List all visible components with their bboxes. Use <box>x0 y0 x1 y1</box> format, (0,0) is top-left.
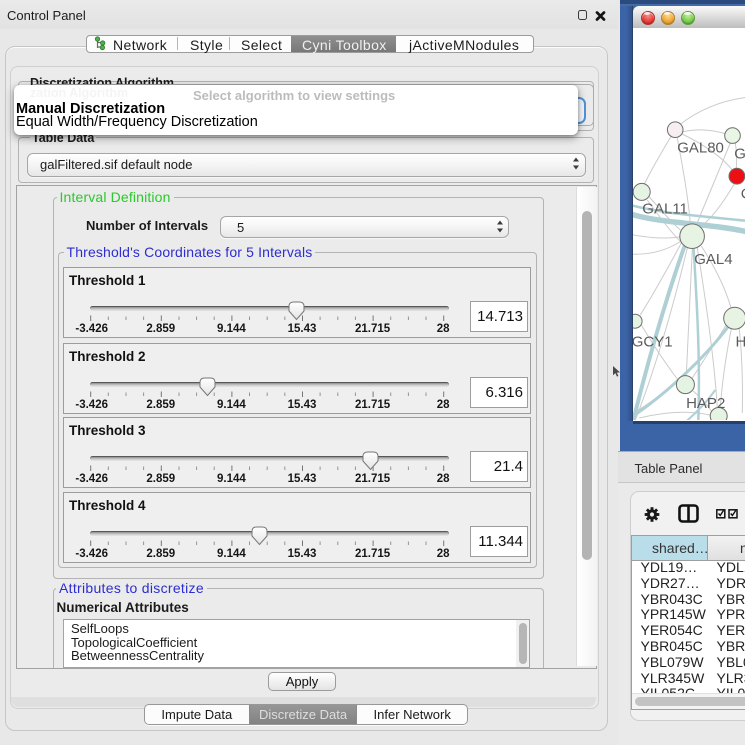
svg-text:GAL4: GAL4 <box>694 251 732 268</box>
svg-text:C: C <box>740 186 745 203</box>
svg-text:GA: GA <box>734 146 745 163</box>
svg-text:HAP2: HAP2 <box>686 395 725 412</box>
svg-text:GAL11: GAL11 <box>642 201 688 218</box>
svg-text:GCY1: GCY1 <box>633 334 673 351</box>
svg-text:GAL80: GAL80 <box>677 140 724 157</box>
svg-text:H: H <box>735 334 745 351</box>
